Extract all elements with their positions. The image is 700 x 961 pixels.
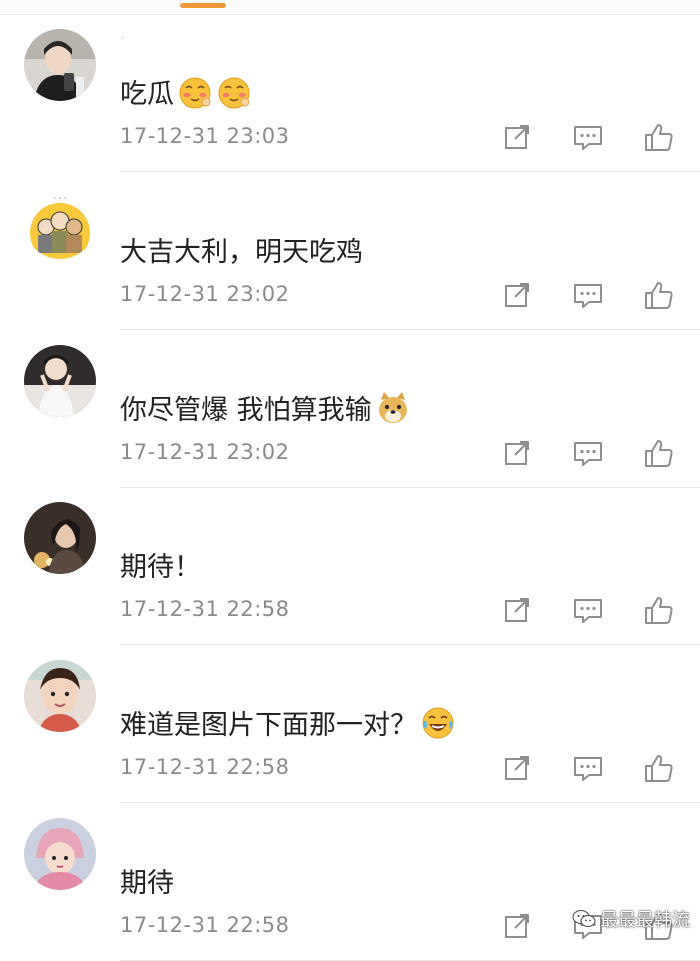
- comment-item[interactable]: · 吃瓜 17-12-31 23:03: [0, 14, 700, 172]
- avatar[interactable]: [24, 345, 96, 417]
- comment-icon[interactable]: [571, 436, 605, 470]
- comment-actions: [500, 278, 680, 312]
- comment-text: 大吉大利，明天吃鸡: [120, 230, 363, 269]
- top-tab-bar: [0, 0, 700, 15]
- comment-time: 17-12-31 23:03: [120, 124, 290, 148]
- comment-item[interactable]: 期待 17-12-31 22:58: [0, 803, 700, 961]
- like-icon[interactable]: [642, 751, 676, 785]
- comment-time: 17-12-31 23:02: [120, 440, 290, 464]
- comment-time: 17-12-31 22:58: [120, 755, 290, 779]
- comment-actions: [500, 593, 680, 627]
- comment-icon[interactable]: [571, 593, 605, 627]
- comment-item[interactable]: 你尽管爆 我怕算我输 17-12-31 23:02: [0, 330, 700, 488]
- avatar[interactable]: [24, 660, 96, 732]
- comment-item[interactable]: 期待！ 17-12-31 22:58: [0, 487, 700, 645]
- avatar[interactable]: [24, 818, 96, 890]
- comment-time: 17-12-31 23:02: [120, 282, 290, 306]
- comment-actions: [500, 751, 680, 785]
- avatar[interactable]: [24, 502, 96, 574]
- comment-text-content: 吃瓜: [120, 79, 174, 110]
- share-icon[interactable]: [500, 120, 534, 154]
- share-icon[interactable]: [500, 436, 534, 470]
- comment-text: 期待: [120, 861, 174, 900]
- comment-time: 17-12-31 22:58: [120, 913, 290, 937]
- comment-actions: [500, 436, 680, 470]
- blush-emoji: [177, 74, 213, 110]
- comment-text-content: 期待！: [120, 552, 201, 583]
- comment-icon[interactable]: [571, 751, 605, 785]
- doge-emoji: [375, 390, 411, 426]
- share-icon[interactable]: [500, 593, 534, 627]
- watermark: 最最最韩流: [572, 906, 690, 932]
- comment-icon[interactable]: [571, 120, 605, 154]
- share-icon[interactable]: [500, 751, 534, 785]
- share-icon[interactable]: [500, 909, 534, 943]
- share-icon[interactable]: [500, 278, 534, 312]
- comment-time: 17-12-31 22:58: [120, 597, 290, 621]
- active-tab-indicator: [180, 3, 226, 8]
- username[interactable]: ·: [120, 28, 127, 47]
- blush-emoji: [216, 74, 252, 110]
- wechat-icon: [572, 909, 596, 929]
- comment-item[interactable]: 难道是图片下面那一对？ 17-12-31 22:58: [0, 645, 700, 803]
- comment-text-content: 期待: [120, 868, 174, 899]
- comment-actions: [500, 120, 680, 154]
- comment-item[interactable]: · · · 大吉大利，明天吃鸡 17-12-31 23:02: [0, 172, 700, 330]
- avatar[interactable]: [24, 29, 96, 101]
- like-icon[interactable]: [642, 278, 676, 312]
- comment-icon[interactable]: [571, 278, 605, 312]
- comment-text: 吃瓜: [120, 72, 252, 111]
- laugh-cry-emoji: [420, 705, 456, 741]
- comment-text: 难道是图片下面那一对？: [120, 703, 456, 742]
- comment-text: 期待！: [120, 545, 201, 584]
- comment-text-content: 你尽管爆 我怕算我输: [120, 395, 372, 426]
- avatar[interactable]: · · ·: [24, 187, 96, 259]
- like-icon[interactable]: [642, 593, 676, 627]
- comment-text-content: 大吉大利，明天吃鸡: [120, 237, 363, 268]
- svg-text:· · ·: · · ·: [54, 194, 67, 203]
- watermark-text: 最最最韩流: [600, 910, 690, 931]
- comment-text-content: 难道是图片下面那一对？: [120, 710, 417, 741]
- comment-text: 你尽管爆 我怕算我输: [120, 388, 411, 427]
- like-icon[interactable]: [642, 436, 676, 470]
- like-icon[interactable]: [642, 120, 676, 154]
